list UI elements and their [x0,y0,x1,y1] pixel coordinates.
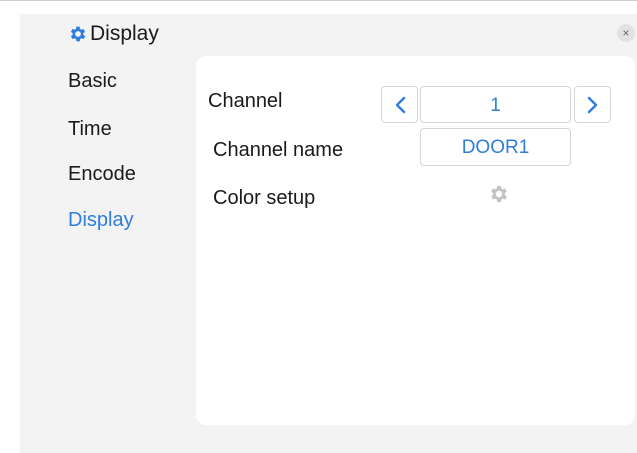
gear-icon [491,185,507,203]
channel-prev-button[interactable] [381,86,418,123]
top-divider [0,0,637,1]
chevron-right-icon [587,96,598,114]
settings-panel: Channel 1 Channel name DOOR1 Color setup [196,56,635,425]
color-setup-label: Color setup [213,187,316,209]
channel-label: Channel [208,90,283,112]
chevron-left-icon [395,96,406,114]
dialog-title: Display [68,22,159,46]
color-setup-button[interactable] [488,183,510,205]
channel-name-label: Channel name [213,139,344,161]
channel-field[interactable]: 1 [420,86,571,123]
close-icon: × [622,26,630,40]
sidebar-item-display[interactable]: Display [68,209,134,232]
channel-next-button[interactable] [574,86,611,123]
close-button[interactable]: × [617,24,635,42]
display-dialog: Display × Basic Time Encode Display Chan… [20,14,637,453]
gear-icon [68,24,88,44]
sidebar-item-encode[interactable]: Encode [68,163,136,186]
channel-name-field[interactable]: DOOR1 [420,128,571,166]
dialog-title-text: Display [90,22,159,45]
sidebar-item-basic[interactable]: Basic [68,70,117,93]
sidebar-item-time[interactable]: Time [68,118,112,141]
